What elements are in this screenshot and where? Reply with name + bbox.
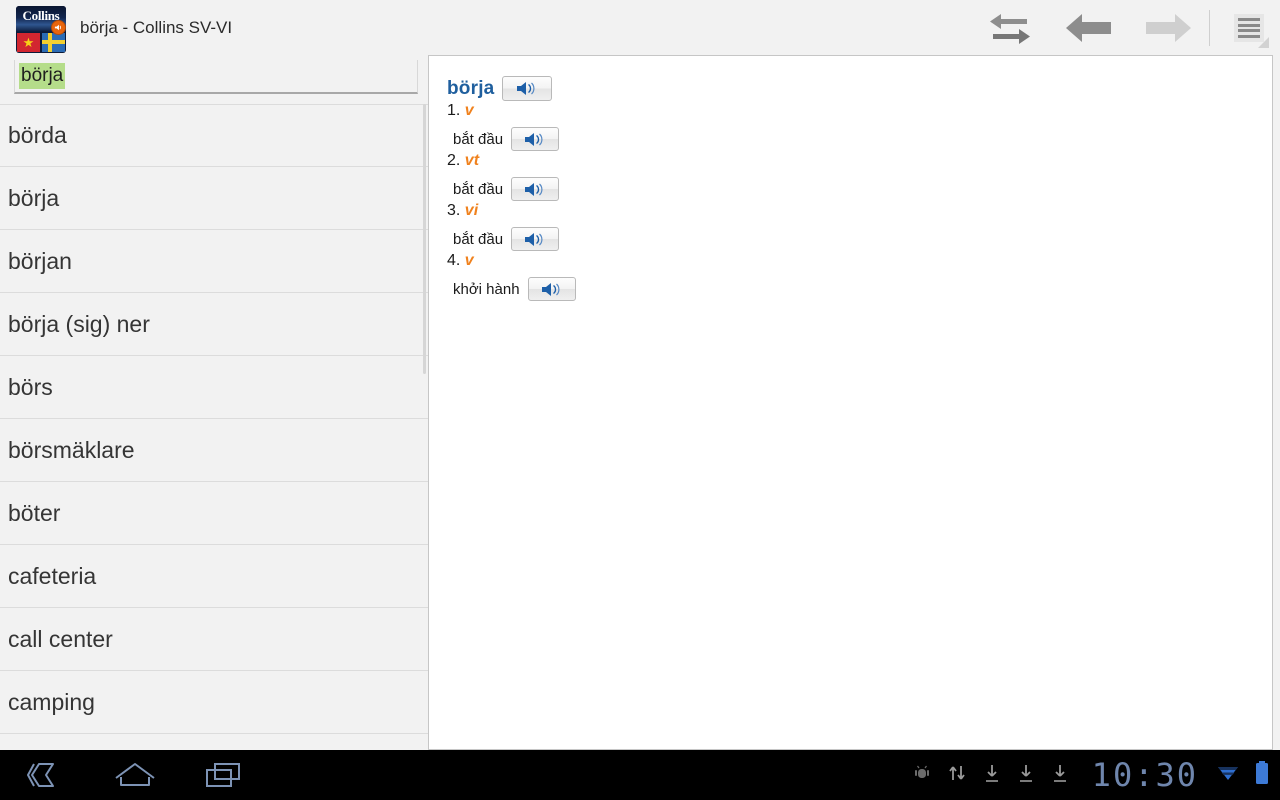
- sense-number: 3.: [447, 202, 461, 219]
- translation-text: bắt đầu: [453, 230, 504, 248]
- back-nav-button[interactable]: [20, 755, 70, 795]
- status-clock: 10:30: [1091, 756, 1198, 794]
- star-icon: ★: [22, 34, 35, 50]
- sense-number: 1.: [447, 102, 461, 119]
- list-item[interactable]: börs: [0, 356, 428, 419]
- search-input[interactable]: [14, 60, 418, 94]
- list-item-label: börsmäklare: [8, 436, 135, 463]
- list-item[interactable]: camping: [0, 671, 428, 734]
- sense-number: 2.: [447, 152, 461, 169]
- list-item[interactable]: börja (sig) ner: [0, 293, 428, 356]
- flag-cross-horizontal: [42, 40, 65, 44]
- list-item[interactable]: böter: [0, 482, 428, 545]
- list-item[interactable]: början: [0, 230, 428, 293]
- list-item-label: börja (sig) ner: [8, 310, 150, 337]
- part-of-speech: vi: [464, 202, 479, 219]
- hamburger-bar: [1238, 23, 1260, 27]
- list-item[interactable]: börda: [0, 104, 428, 167]
- hamburger-bar: [1238, 29, 1260, 33]
- flag-cross-vertical: [48, 33, 52, 52]
- play-pronunciation-button[interactable]: [511, 177, 560, 201]
- usb-transfer-icon: [946, 762, 968, 789]
- part-of-speech: v: [464, 102, 474, 119]
- search-field-container[interactable]: börja: [14, 60, 418, 98]
- word-list-scrollbar[interactable]: [423, 104, 426, 374]
- list-item-label: call center: [8, 625, 113, 652]
- back-button[interactable]: [1049, 0, 1128, 56]
- hamburger-bar: [1238, 18, 1260, 21]
- hamburger-bar: [1238, 34, 1260, 38]
- play-pronunciation-button[interactable]: [511, 227, 560, 251]
- play-pronunciation-button[interactable]: [502, 76, 553, 101]
- download-icon: [1016, 762, 1036, 789]
- list-item-label: början: [8, 247, 72, 274]
- battery-icon: [1254, 760, 1270, 791]
- sense-number-row: 4. v: [447, 252, 1272, 270]
- page-title: börja - Collins SV-VI: [80, 18, 233, 37]
- wifi-icon: [1216, 762, 1240, 789]
- translation-text: bắt đầu: [453, 130, 504, 148]
- navigation-buttons: [0, 755, 250, 795]
- android-debug-icon: [912, 763, 932, 788]
- translation-row: khởi hành: [447, 277, 1272, 301]
- list-item-label: cafeteria: [8, 562, 97, 589]
- download-icon: [982, 762, 1002, 789]
- headword-row: börja: [447, 76, 1272, 101]
- android-system-bar: 10:30: [0, 750, 1280, 800]
- sweden-flag-icon: [42, 33, 65, 52]
- list-item[interactable]: call center: [0, 608, 428, 671]
- action-bar: Collins ★ börja - Collins SV-VI: [0, 0, 1280, 56]
- list-item[interactable]: [0, 734, 428, 750]
- recent-apps-nav-button[interactable]: [200, 755, 250, 795]
- list-item[interactable]: börsmäklare: [0, 419, 428, 482]
- toolbar-divider: [1209, 10, 1210, 46]
- translation-row: bắt đầu: [447, 177, 1272, 201]
- definition-content: börja 1. v bắt đầu 2. vt bắt đầu 3. vi b…: [429, 56, 1272, 301]
- list-item-label: börja: [8, 184, 60, 211]
- list-item[interactable]: börja: [0, 167, 428, 230]
- sense-number-row: 3. vi: [447, 202, 1272, 220]
- home-nav-button[interactable]: [110, 755, 160, 795]
- part-of-speech: vt: [464, 152, 480, 169]
- word-list[interactable]: börda börja början börja (sig) ner börs …: [0, 104, 428, 750]
- list-item-label: camping: [8, 688, 95, 715]
- hamburger-icon: [1234, 14, 1269, 48]
- list-item-label: böter: [8, 499, 61, 526]
- forward-button[interactable]: [1128, 0, 1207, 56]
- list-item-label: börs: [8, 373, 53, 400]
- sense-number-row: 2. vt: [447, 152, 1272, 170]
- translation-row: bắt đầu: [447, 227, 1272, 251]
- headword: börja: [447, 77, 495, 99]
- list-item-label: börda: [8, 122, 67, 148]
- play-pronunciation-button[interactable]: [527, 277, 576, 301]
- status-icons: 10:30: [912, 750, 1270, 800]
- speaker-badge-icon: [51, 20, 66, 35]
- part-of-speech: v: [464, 252, 474, 269]
- sense-number-row: 1. v: [447, 102, 1272, 120]
- swap-languages-button[interactable]: [970, 0, 1049, 56]
- application-window: Collins ★ börja - Collins SV-VI börja bö…: [0, 0, 1280, 800]
- search-selected-text: börja: [19, 63, 66, 89]
- sense-number: 4.: [447, 252, 461, 269]
- play-pronunciation-button[interactable]: [511, 127, 560, 151]
- vietnam-flag-icon: ★: [17, 33, 40, 52]
- translation-row: bắt đầu: [447, 127, 1272, 151]
- action-bar-buttons: [970, 0, 1280, 56]
- translation-text: khởi hành: [453, 280, 520, 298]
- list-item[interactable]: cafeteria: [0, 545, 428, 608]
- definition-panel: börja 1. v bắt đầu 2. vt bắt đầu 3. vi b…: [428, 55, 1273, 750]
- overflow-menu-button[interactable]: [1218, 0, 1280, 56]
- translation-text: bắt đầu: [453, 180, 504, 198]
- collins-sv-vi-app-icon: Collins ★: [16, 6, 66, 53]
- download-icon: [1050, 762, 1070, 789]
